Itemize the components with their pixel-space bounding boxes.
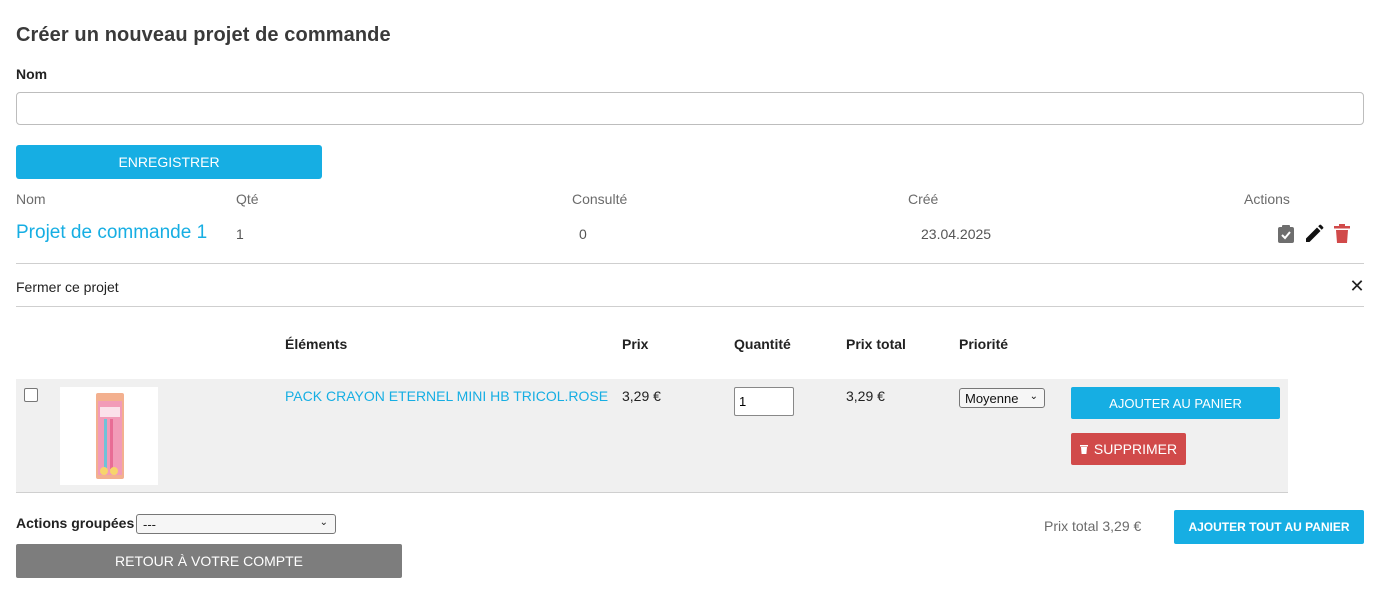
total-price-label: Prix total 3,29 € [1044,518,1142,534]
add-to-cart-button[interactable]: Ajouter au panier [1071,387,1280,419]
trash-icon [1079,441,1088,457]
divider [16,306,1364,307]
header-qty: Qté [236,191,259,207]
back-to-account-button[interactable]: Retour à votre compte [16,544,402,578]
page-title: Créer un nouveau projet de commande [16,24,391,46]
project-qty: 1 [236,226,244,242]
name-input[interactable] [16,92,1364,125]
items-header-priority: Priorité [959,336,1009,352]
header-viewed: Consulté [572,191,628,207]
add-all-to-cart-button[interactable]: Ajouter tout au panier [1174,510,1364,544]
delete-button[interactable]: Supprimer [1071,433,1186,465]
items-header-elements: Éléments [285,336,348,352]
chevron-down-icon: ⌄ [1029,391,1038,402]
priority-select[interactable]: Moyenne ⌄ [959,388,1045,408]
items-header-price: Prix [622,336,649,352]
header-actions: Actions [1244,191,1290,207]
chevron-down-icon: ⌄ [319,517,328,528]
pencil-icon[interactable] [1304,224,1324,244]
close-project-label[interactable]: Fermer ce projet [16,279,119,295]
priority-value: Moyenne [965,390,1019,406]
header-name: Nom [16,191,46,207]
name-label: Nom [16,66,48,82]
group-actions-select[interactable]: --- ⌄ [136,514,336,534]
project-created: 23.04.2025 [921,226,992,242]
product-link[interactable]: PACK CRAYON ETERNEL MINI HB TRICOL.ROSE [285,388,608,404]
items-header-quantity: Quantité [734,336,791,352]
items-header-total: Prix total [846,336,906,352]
quantity-input[interactable] [734,387,794,416]
row-checkbox[interactable] [24,388,38,402]
divider [16,263,1364,264]
product-thumbnail [60,387,158,485]
group-actions-label: Actions groupées : [16,515,143,531]
save-button[interactable]: Enregistrer [16,145,322,179]
close-icon[interactable]: ✕ [1348,276,1366,297]
group-actions-value: --- [143,516,156,532]
project-viewed: 0 [579,226,587,242]
header-created: Créé [908,191,939,207]
item-price: 3,29 € [622,388,661,404]
trash-icon[interactable] [1332,224,1352,244]
project-name-link[interactable]: Projet de commande 1 [16,222,207,244]
clipboard-check-icon[interactable] [1276,224,1296,244]
delete-label: Supprimer [1093,441,1178,457]
item-total: 3,29 € [846,388,885,404]
